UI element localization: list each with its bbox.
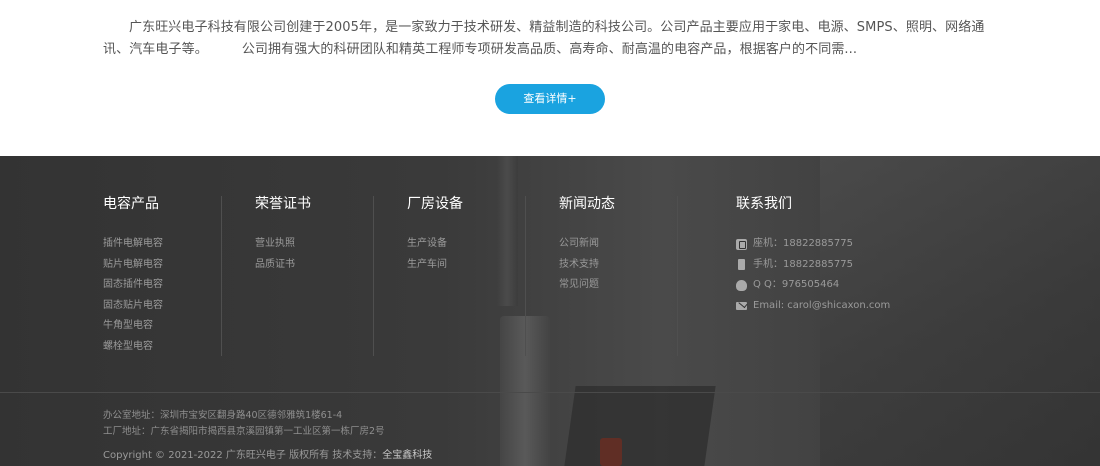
- copyright-line: Copyright © 2021-2022 广东旺兴电子 版权所有 技术支持：全…: [103, 446, 432, 461]
- footer-link[interactable]: 公司新闻: [559, 234, 615, 255]
- contact-list: 座机：18822885775 手机：18822885775 Q Q：976505…: [736, 234, 890, 316]
- footer-background-rod: [496, 156, 518, 306]
- footer-link[interactable]: 插件电解电容: [103, 234, 163, 255]
- footer-divider: [221, 196, 222, 356]
- footer-divider: [525, 196, 526, 356]
- company-intro-text: 广东旺兴电子科技有限公司创建于2005年，是一家致力于技术研发、精益制造的科技公…: [103, 17, 998, 61]
- footer-link[interactable]: 营业执照: [255, 234, 311, 255]
- footer-link[interactable]: 生产车间: [407, 255, 463, 276]
- footer-link-list: 公司新闻 技术支持 常见问题: [559, 234, 615, 296]
- footer-link[interactable]: 贴片电解电容: [103, 255, 163, 276]
- contact-mobile-text: 手机：18822885775: [753, 258, 853, 270]
- footer-link[interactable]: 牛角型电容: [103, 316, 163, 337]
- footer-separator: [0, 392, 1100, 393]
- copyright-text: Copyright © 2021-2022 广东旺兴电子 版权所有 技术支持：: [103, 450, 383, 461]
- qq-icon: [736, 279, 747, 291]
- tech-support-link[interactable]: 全宝鑫科技: [382, 450, 432, 461]
- footer-link-list: 营业执照 品质证书: [255, 234, 311, 275]
- footer-background-block: [564, 386, 716, 466]
- footer-column-certificates: 荣誉证书 营业执照 品质证书: [255, 194, 311, 275]
- footer-divider: [677, 196, 678, 356]
- footer-column-contact: 联系我们 座机：18822885775 手机：18822885775 Q Q：9…: [736, 194, 890, 316]
- phone-icon: [736, 238, 747, 250]
- footer-divider: [373, 196, 374, 356]
- footer-column-title[interactable]: 电容产品: [103, 194, 163, 214]
- contact-landline: 座机：18822885775: [736, 234, 890, 255]
- contact-title: 联系我们: [736, 196, 792, 212]
- contact-mobile: 手机：18822885775: [736, 255, 890, 276]
- mobile-icon: [738, 259, 745, 271]
- company-intro-section: 广东旺兴电子科技有限公司创建于2005年，是一家致力于技术研发、精益制造的科技公…: [0, 0, 1100, 156]
- footer-column-products: 电容产品 插件电解电容 贴片电解电容 固态插件电容 固态贴片电容 牛角型电容 螺…: [103, 194, 163, 358]
- factory-address: 工厂地址：广东省揭阳市揭西县京溪园镇第一工业区第一栋厂房2号: [103, 426, 385, 437]
- footer-link-list: 插件电解电容 贴片电解电容 固态插件电容 固态贴片电容 牛角型电容 螺栓型电容: [103, 234, 163, 358]
- view-details-button[interactable]: 查看详情+: [495, 84, 605, 114]
- footer-link-list: 生产设备 生产车间: [407, 234, 463, 275]
- footer-link[interactable]: 生产设备: [407, 234, 463, 255]
- site-footer: 电容产品 插件电解电容 贴片电解电容 固态插件电容 固态贴片电容 牛角型电容 螺…: [0, 156, 1100, 466]
- contact-landline-text: 座机：18822885775: [753, 238, 853, 249]
- footer-link[interactable]: 固态贴片电容: [103, 296, 163, 317]
- footer-column-news: 新闻动态 公司新闻 技术支持 常见问题: [559, 194, 615, 296]
- footer-column-title[interactable]: 新闻动态: [559, 194, 615, 214]
- footer-link[interactable]: 螺栓型电容: [103, 337, 163, 358]
- contact-qq: Q Q：976505464: [736, 275, 890, 296]
- footer-link[interactable]: 技术支持: [559, 255, 615, 276]
- footer-link[interactable]: 常见问题: [559, 275, 615, 296]
- footer-column-title[interactable]: 厂房设备: [407, 194, 463, 214]
- contact-email: Email: carol@shicaxon.com: [736, 296, 890, 317]
- footer-column-facilities: 厂房设备 生产设备 生产车间: [407, 194, 463, 275]
- mail-icon: [736, 302, 747, 311]
- intro-paragraph-2: 公司拥有强大的科研团队和精英工程师专项研发高品质、高寿命、耐高温的电容产品，根据…: [241, 42, 858, 57]
- footer-link[interactable]: 固态插件电容: [103, 275, 163, 296]
- footer-link[interactable]: 品质证书: [255, 255, 311, 276]
- footer-column-title[interactable]: 荣誉证书: [255, 194, 311, 214]
- contact-email-text: Email: carol@shicaxon.com: [753, 299, 891, 311]
- footer-background-red-part: [600, 438, 622, 466]
- contact-qq-text: Q Q：976505464: [753, 279, 840, 291]
- office-address: 办公室地址：深圳市宝安区翻身路40区德邻雅筑1楼61-4: [103, 410, 343, 421]
